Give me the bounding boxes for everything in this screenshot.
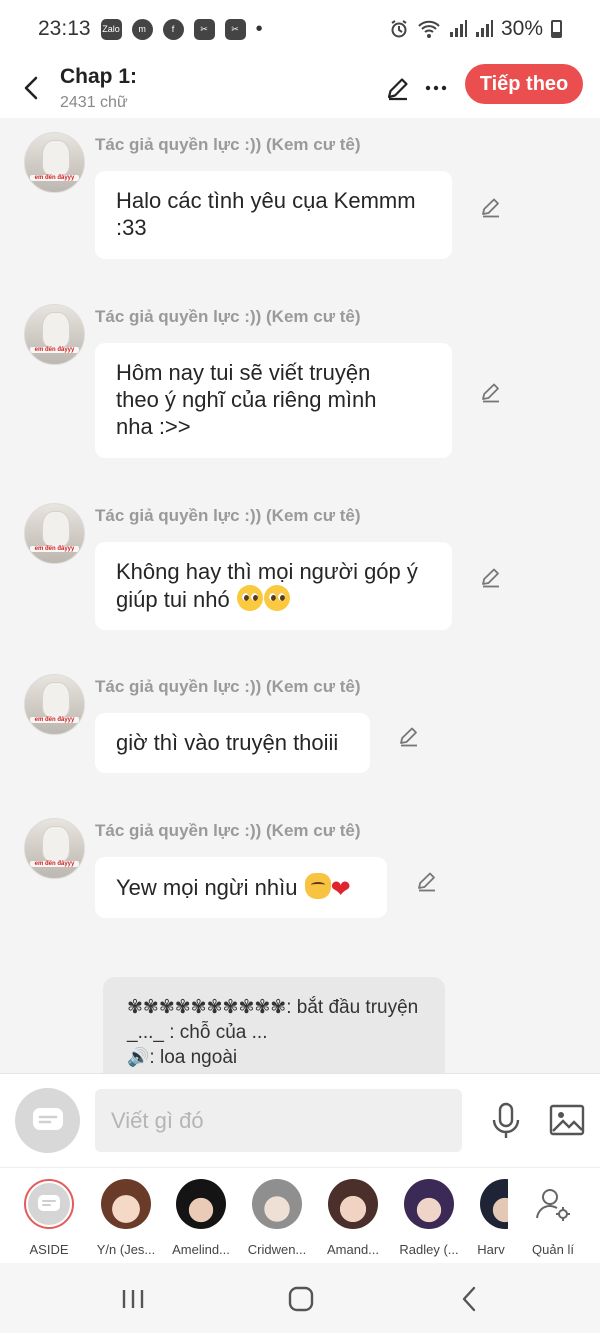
system-back-button[interactable] [449,1283,489,1315]
pencil-icon [400,727,417,747]
author-avatar[interactable]: em đến đâyyy [24,818,85,879]
character-name: Amand... [326,1242,380,1257]
aside-note-card[interactable]: ✾✾✾✾✾✾✾✾✾✾: bắt đầu truyện _..._ : chỗ c… [103,977,445,1073]
author-avatar[interactable]: em đến đâyyy [24,503,85,564]
edit-message-button[interactable] [477,563,505,591]
pencil-icon [482,383,499,403]
chapter-header: Chap 1: 2431 chữ Tiếp theo [0,58,600,118]
recent-apps-button[interactable] [113,1283,153,1315]
pencil-icon [482,198,499,218]
message-input[interactable]: Viết gì đó [95,1089,462,1152]
author-name: Tác giả quyền lực :)) (Kem cư tê) [95,307,361,326]
status-time: 23:13 [38,17,91,40]
pleading-face-emoji-icon [263,585,290,611]
more-dots-icon [425,85,447,91]
home-button[interactable] [281,1283,321,1315]
author-name: Tác giả quyền lực :)) (Kem cư tê) [95,821,361,840]
alarm-icon [391,20,407,38]
character-selector: ASIDE Y/n (Jes... Amelind... Cridwen... … [0,1167,600,1263]
aside-chat-icon [32,1107,63,1130]
pencil-icon [418,872,435,892]
character-name: Quản lí [532,1242,574,1257]
edit-message-button[interactable] [477,378,505,406]
message-bubble[interactable]: giờ thì vào truyện thoiii [95,713,370,773]
wifi-icon [418,20,440,38]
pencil-icon [387,78,408,101]
back-button[interactable] [8,58,54,118]
cat-face-emoji-icon [304,873,331,899]
character-amelind[interactable]: Amelind... [171,1179,231,1257]
voice-input-button[interactable] [486,1100,526,1142]
battery-icon [551,20,562,38]
insert-image-button[interactable] [548,1102,586,1138]
message-bubble[interactable]: Hôm nay tui sẽ viết truyện theo ý nghĩ c… [95,343,452,458]
signal-icon-2 [475,20,493,37]
pleading-face-emoji-icon [236,585,263,611]
character-name: Harv [477,1242,505,1257]
red-heart-emoji-icon: ❤ [330,876,351,903]
battery-percent: 30% [500,17,543,40]
more-notifications-dot-icon: • [255,18,263,40]
message-bubble[interactable]: Không hay thì mọi người góp ý giúp tui n… [95,542,452,630]
author-avatar[interactable]: em đến đâyyy [24,132,85,193]
author-avatar[interactable]: em đến đâyyy [24,674,85,735]
character-avatar [328,1179,378,1229]
message-bubble[interactable]: Yew mọi ngừi nhìu ❤ [95,857,387,918]
system-nav-bar [0,1263,600,1333]
next-button[interactable]: Tiếp theo [465,64,583,104]
author-name: Tác giả quyền lực :)) (Kem cư tê) [95,506,361,525]
character-name: Cridwen... [247,1242,307,1257]
user-settings-icon [536,1189,570,1221]
composer-bar: Viết gì đó [0,1073,600,1167]
character-name: Amelind... [172,1242,230,1257]
messenger-icon: m [131,18,153,40]
home-icon [288,1286,314,1312]
chapter-title: Chap 1: [60,65,138,89]
author-name: Tác giả quyền lực :)) (Kem cư tê) [95,135,361,154]
edit-message-button[interactable] [477,193,505,221]
character-yn[interactable]: Y/n (Jes... [96,1179,156,1257]
character-aside[interactable]: ASIDE [19,1179,79,1257]
character-name: Radley (... [399,1242,459,1257]
edit-chapter-button[interactable] [378,68,418,108]
zalo-icon: Zalo [100,18,122,40]
author-name: Tác giả quyền lực :)) (Kem cư tê) [95,677,361,696]
manage-characters-button[interactable]: Quản lí [523,1179,583,1257]
character-avatar [176,1179,226,1229]
edit-message-button[interactable] [395,722,423,750]
chat-area[interactable]: em đến đâyyy Tác giả quyền lực :)) (Kem … [0,118,600,1073]
more-options-button[interactable] [416,68,456,108]
chevron-left-icon [462,1286,476,1312]
speaker-icon: 🔊 [127,1047,150,1067]
recent-apps-icon [122,1290,144,1308]
capcut-icon-2: ✂ [224,18,246,40]
facebook-icon: f [162,18,184,40]
character-avatar [480,1179,508,1229]
character-harv[interactable]: Harv [474,1179,508,1257]
character-cridwen[interactable]: Cridwen... [247,1179,307,1257]
character-name: Y/n (Jes... [96,1242,156,1257]
word-count: 2431 chữ [60,93,128,111]
aside-toggle-button[interactable] [15,1088,80,1153]
character-name: ASIDE [29,1242,69,1257]
edit-message-button[interactable] [413,867,441,895]
chevron-left-icon [24,76,38,100]
pencil-icon [482,568,499,588]
aside-chat-icon [38,1195,60,1211]
capcut-icon: ✂ [193,18,215,40]
character-avatar [252,1179,302,1229]
status-bar: 23:13 Zalo m f ✂ ✂ • 30% [0,0,600,58]
message-bubble[interactable]: Halo các tình yêu cụa Kemmm :33 [95,171,452,259]
author-avatar[interactable]: em đến đâyyy [24,304,85,365]
microphone-icon [492,1102,520,1138]
image-icon [549,1104,585,1136]
character-avatar [101,1179,151,1229]
character-radley[interactable]: Radley (... [399,1179,459,1257]
character-avatar [404,1179,454,1229]
character-amand[interactable]: Amand... [323,1179,383,1257]
signal-icon [449,20,467,37]
